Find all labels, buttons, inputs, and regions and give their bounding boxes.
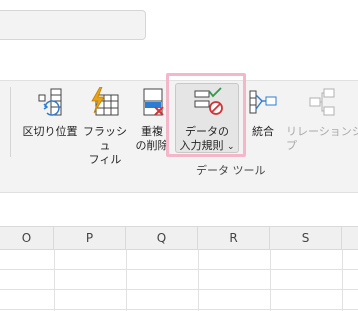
flash-fill-label: フラッシュ フィル [83,125,127,166]
column-header-next[interactable] [342,227,358,249]
column-header-row: O P Q R S [0,226,358,250]
column-header-Q[interactable]: Q [126,227,198,249]
ribbon-separator [10,87,11,157]
grid-line [198,249,199,311]
column-header-O[interactable]: O [0,227,54,249]
group-label-data-tools: データ ツール [196,164,266,177]
title-area [0,0,358,80]
grid-line [126,249,127,311]
grid-line [54,249,55,311]
column-header-S[interactable]: S [270,227,342,249]
relationships-label: リレーションシップ [286,125,358,152]
text-to-columns-label: 区切り位置 [22,125,78,138]
column-header-R[interactable]: R [198,227,270,249]
ribbon-data-tools: 区切り位置 フラッシュ フィル 重複 の削除 データの 入力規則 ⌄ 統合 リレ… [0,73,358,183]
chevron-down-icon: ⌄ [226,142,235,152]
data-validation-icon [194,87,223,115]
grid-line [342,249,343,311]
formula-bar-area [0,193,358,226]
column-header-P[interactable]: P [54,227,126,249]
relationships-button[interactable]: リレーションシップ [286,87,358,153]
ribbon-bottom-edge [0,182,358,193]
consolidate-button[interactable]: 統合 [246,87,280,139]
relationships-icon [309,88,335,116]
consolidate-icon [249,90,277,114]
data-validation-button[interactable]: データの 入力規則 ⌄ [175,87,239,154]
data-validation-label: データの 入力規則 ⌄ [179,125,235,152]
cell-grid[interactable] [0,249,358,311]
search-box[interactable] [0,10,146,40]
text-to-columns-button[interactable]: 区切り位置 [20,87,80,139]
remove-duplicates-icon [143,88,164,116]
flash-fill-icon [91,87,119,116]
consolidate-label: 統合 [252,125,274,138]
flash-fill-button[interactable]: フラッシュ フィル [82,87,128,167]
grid-line [270,249,271,311]
text-to-columns-icon [38,88,62,116]
